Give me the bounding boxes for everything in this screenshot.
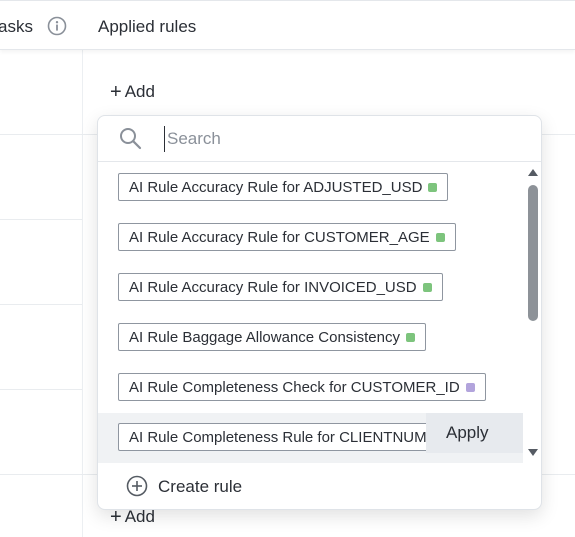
info-icon[interactable] [47, 16, 67, 36]
list-item[interactable]: AI Rule Accuracy Rule for ADJUSTED_USD [98, 163, 523, 213]
plus-circle-icon [126, 475, 148, 497]
rule-chip[interactable]: AI Rule Completeness Rule for CLIENTNUM [118, 423, 428, 451]
search-bar [98, 116, 541, 162]
plus-icon: + [110, 81, 122, 103]
rule-chip-label: AI Rule Accuracy Rule for INVOICED_USD [129, 278, 417, 296]
create-rule-button[interactable]: Create rule [98, 463, 541, 509]
row-divider [0, 219, 82, 220]
rule-chip-label: AI Rule Accuracy Rule for CUSTOMER_AGE [129, 228, 430, 246]
add-label: Add [124, 507, 155, 526]
apply-button[interactable]: Apply [426, 413, 523, 453]
search-input[interactable] [164, 126, 524, 152]
scroll-up-arrow-icon[interactable] [528, 169, 538, 176]
scroll-down-arrow-icon[interactable] [528, 449, 538, 456]
rule-chip-label: AI Rule Completeness Rule for CLIENTNUM [129, 428, 427, 446]
add-rule-link[interactable]: + Add [110, 82, 155, 102]
rule-chip[interactable]: AI Rule Completeness Check for CUSTOMER_… [118, 373, 486, 401]
scrollbar-thumb[interactable] [528, 185, 538, 321]
row-divider [0, 304, 82, 305]
search-icon [120, 128, 142, 150]
add-label: Add [124, 82, 155, 101]
list-item[interactable]: AI Rule Baggage Allowance Consistency [98, 313, 523, 363]
row-divider [0, 389, 82, 390]
plus-icon: + [110, 506, 122, 528]
status-dot [435, 232, 445, 242]
rule-chip-label: AI Rule Baggage Allowance Consistency [129, 328, 400, 346]
status-dot [422, 282, 432, 292]
rule-chip[interactable]: AI Rule Accuracy Rule for INVOICED_USD [118, 273, 443, 301]
table-header: asks Applied rules [0, 0, 575, 50]
list-item[interactable]: AI Rule Completeness Rule for CLIENTNUM … [98, 413, 523, 463]
tasks-column-header[interactable]: asks [0, 17, 33, 37]
list-item[interactable]: AI Rule Completeness Check for CUSTOMER_… [98, 363, 523, 413]
rule-chip-label: AI Rule Completeness Check for CUSTOMER_… [129, 378, 460, 396]
rule-list: AI Rule Accuracy Rule for ADJUSTED_USD A… [98, 163, 541, 463]
list-item[interactable]: AI Rule Accuracy Rule for CUSTOMER_AGE [98, 213, 523, 263]
add-rule-link[interactable]: + Add [110, 507, 155, 527]
rule-chip-label: AI Rule Accuracy Rule for ADJUSTED_USD [129, 178, 423, 196]
rule-picker-dropdown: AI Rule Accuracy Rule for ADJUSTED_USD A… [97, 115, 542, 510]
rule-chip[interactable]: AI Rule Baggage Allowance Consistency [118, 323, 426, 351]
status-dot [406, 332, 415, 342]
rule-chip[interactable]: AI Rule Accuracy Rule for CUSTOMER_AGE [118, 223, 456, 251]
row-divider [0, 134, 82, 135]
create-rule-label: Create rule [158, 477, 243, 496]
applied-rules-column-header[interactable]: Applied rules [98, 17, 196, 37]
status-dot [428, 182, 438, 192]
scrollbar[interactable] [523, 163, 541, 463]
list-item[interactable]: AI Rule Accuracy Rule for INVOICED_USD [98, 263, 523, 313]
row-divider [0, 474, 82, 475]
rule-chip[interactable]: AI Rule Accuracy Rule for ADJUSTED_USD [118, 173, 449, 201]
status-dot [465, 382, 475, 392]
column-divider [82, 0, 83, 537]
